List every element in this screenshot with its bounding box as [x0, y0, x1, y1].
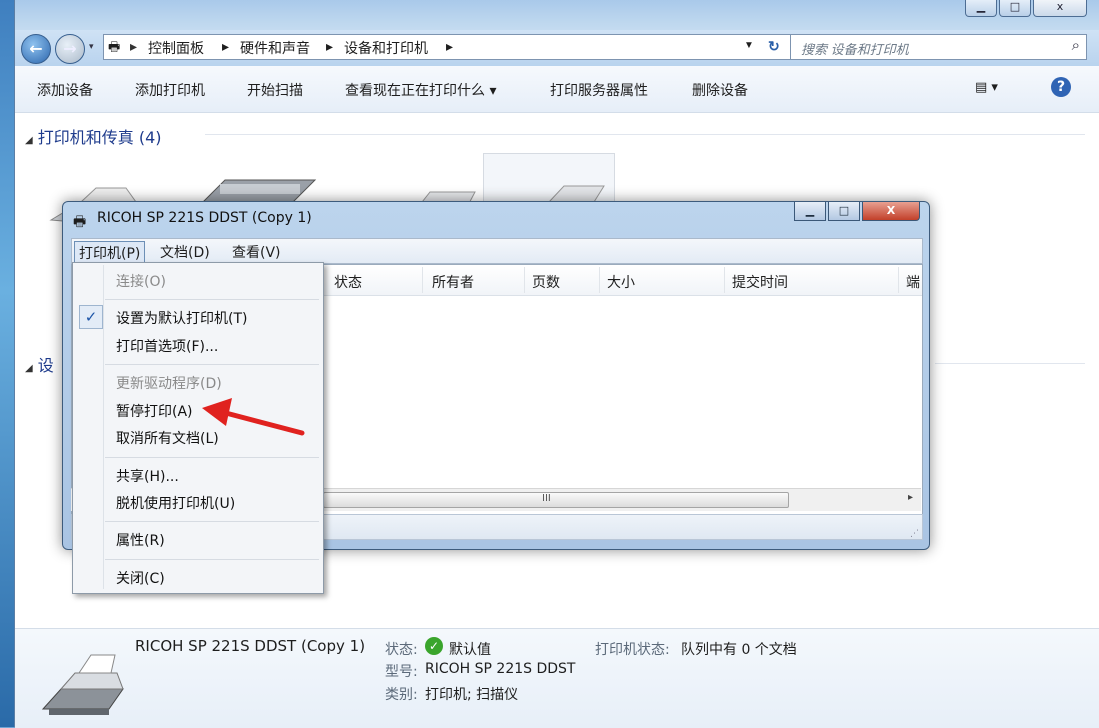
annotation-arrow-icon: [202, 398, 305, 436]
column-port[interactable]: 端: [906, 272, 920, 292]
scroll-right-arrow-icon[interactable]: ▸: [908, 492, 913, 503]
column-divider[interactable]: [524, 267, 525, 293]
menu-item-connect: 连接(O): [116, 274, 166, 290]
forward-arrow-icon[interactable]: →: [55, 34, 85, 64]
details-printer-name: RICOH SP 221S DDST (Copy 1): [135, 637, 366, 655]
printers-group-label: 打印机和传真 (4): [37, 128, 162, 147]
remove-device-button[interactable]: 删除设备: [692, 80, 748, 100]
help-icon[interactable]: ?: [1051, 77, 1071, 97]
model-label: 型号:: [385, 664, 418, 680]
address-input[interactable]: 🖶 ▸ 控制面板 ▸ 硬件和声音 ▸ 设备和打印机 ▸ ▼ ↻: [103, 34, 795, 60]
search-placeholder: 搜索 设备和打印机: [801, 42, 909, 57]
group-divider: [205, 134, 1085, 135]
printer-status-label: 打印机状态:: [595, 642, 670, 658]
menu-separator: [105, 299, 319, 300]
refresh-icon[interactable]: ↻: [768, 38, 780, 55]
add-printer-button[interactable]: 添加打印机: [135, 80, 205, 100]
menu-gutter: [103, 265, 104, 589]
window-titlebar: ▁ □ x: [15, 0, 1099, 34]
resize-grip-icon[interactable]: ⋰: [910, 529, 919, 539]
menu-document[interactable]: 文档(D): [156, 241, 214, 263]
column-divider[interactable]: [599, 267, 600, 293]
dialog-title: RICOH SP 221S DDST (Copy 1): [97, 210, 312, 226]
back-arrow-icon[interactable]: ←: [21, 34, 51, 64]
menu-separator: [105, 457, 319, 458]
category-value: 打印机; 扫描仪: [425, 687, 519, 703]
menu-item-printing-preferences[interactable]: 打印首选项(F)...: [116, 336, 218, 356]
category-label: 类别:: [385, 687, 418, 703]
details-pane: RICOH SP 221S DDST (Copy 1) 状态: ✓ 默认值 打印…: [15, 628, 1099, 728]
group-divider: [935, 363, 1085, 364]
menu-item-update-driver: 更新驱动程序(D): [116, 376, 222, 392]
maximize-button[interactable]: □: [999, 0, 1031, 17]
menu-separator: [105, 521, 319, 522]
command-bar: 添加设备 添加打印机 开始扫描 查看现在正在打印什么 ▾ 打印服务器属性 删除设…: [15, 66, 1099, 113]
column-owner[interactable]: 所有者: [432, 272, 474, 292]
menu-separator: [105, 559, 319, 560]
add-device-button[interactable]: 添加设备: [37, 80, 93, 100]
menu-item-use-offline[interactable]: 脱机使用打印机(U): [116, 493, 235, 513]
crumb-separator-icon: ▸: [130, 38, 138, 54]
dialog-minimize-button[interactable]: ▁: [794, 202, 826, 221]
breadcrumb-control-panel[interactable]: 控制面板: [148, 38, 204, 58]
printer-icon: 🖶: [73, 214, 87, 230]
column-submitted[interactable]: 提交时间: [732, 272, 788, 292]
menu-view[interactable]: 查看(V): [228, 241, 285, 263]
magnifier-icon[interactable]: ⌕: [1072, 37, 1080, 54]
crumb-separator-icon: ▸: [326, 38, 334, 54]
column-divider[interactable]: [724, 267, 725, 293]
print-server-properties-button[interactable]: 打印服务器属性: [550, 80, 648, 100]
recent-pages-dropdown-icon[interactable]: ▾: [89, 42, 94, 52]
menu-item-pause-printing[interactable]: 暂停打印(A): [116, 401, 193, 421]
minimize-button[interactable]: ▁: [965, 0, 997, 17]
check-icon: ✓: [79, 305, 103, 329]
menu-item-close[interactable]: 关闭(C): [116, 568, 165, 588]
printer-status-value: 队列中有 0 个文档: [681, 642, 797, 658]
dialog-close-button[interactable]: X: [862, 202, 920, 221]
column-pages[interactable]: 页数: [532, 272, 560, 292]
desktop-edge: [0, 0, 14, 727]
view-options-icon[interactable]: ▤ ▾: [975, 80, 998, 95]
scrollbar-thumb[interactable]: III: [323, 492, 789, 508]
printers-group-heading[interactable]: ◢ 打印机和传真 (4): [25, 124, 162, 148]
devices-group-label: 设: [37, 356, 54, 375]
collapse-arrow-icon: ◢: [25, 363, 33, 374]
column-divider[interactable]: [898, 267, 899, 293]
menu-item-sharing[interactable]: 共享(H)...: [116, 466, 179, 486]
see-whats-printing-button[interactable]: 查看现在正在打印什么 ▾: [345, 80, 496, 100]
control-panel-icon: 🖶: [108, 39, 121, 54]
scroll-grip: III: [542, 493, 551, 504]
dialog-menubar: 打印机(P) 文档(D) 查看(V): [71, 238, 923, 265]
crumb-separator-icon: ▸: [446, 38, 454, 54]
checkmark-circle-icon: ✓: [425, 637, 443, 655]
printer-icon: [39, 651, 129, 725]
close-button[interactable]: x: [1033, 0, 1087, 17]
breadcrumb-hardware-sound[interactable]: 硬件和声音: [240, 38, 310, 58]
model-value: RICOH SP 221S DDST: [425, 661, 576, 677]
search-input[interactable]: 搜索 设备和打印机 ⌕: [790, 34, 1087, 60]
column-size[interactable]: 大小: [607, 272, 635, 292]
menu-separator: [105, 364, 319, 365]
devices-group-heading[interactable]: ◢ 设: [25, 352, 54, 376]
column-status[interactable]: 状态: [334, 272, 362, 292]
menu-item-set-default[interactable]: 设置为默认打印机(T): [116, 308, 247, 328]
breadcrumb-devices-printers[interactable]: 设备和打印机: [344, 38, 428, 58]
crumb-separator-icon: ▸: [222, 38, 230, 54]
column-divider[interactable]: [422, 267, 423, 293]
collapse-arrow-icon: ◢: [25, 135, 33, 146]
start-scan-button[interactable]: 开始扫描: [247, 80, 303, 100]
status-value: 默认值: [449, 642, 491, 658]
dialog-maximize-button[interactable]: □: [828, 202, 860, 221]
address-bar-area: ← → ▾ 🖶 ▸ 控制面板 ▸ 硬件和声音 ▸ 设备和打印机 ▸ ▼ ↻ 搜索…: [15, 30, 1099, 66]
menu-item-properties[interactable]: 属性(R): [116, 530, 165, 550]
status-label: 状态:: [385, 642, 418, 658]
address-dropdown-icon[interactable]: ▼: [744, 40, 754, 51]
